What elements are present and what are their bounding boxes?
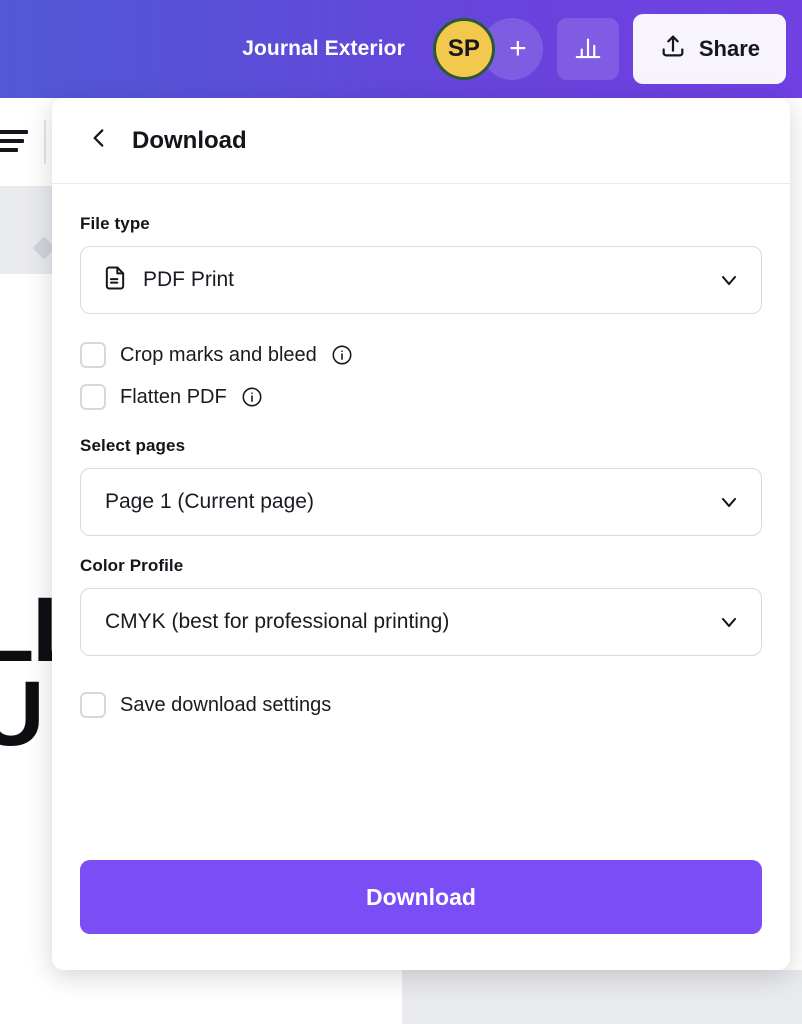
panel-header: Download <box>52 98 790 184</box>
canvas-bottom-left-area <box>0 970 402 1024</box>
document-title: Journal Exterior <box>242 37 405 60</box>
document-icon <box>101 264 129 297</box>
share-button[interactable]: Share <box>632 14 786 84</box>
info-icon[interactable] <box>241 386 263 408</box>
file-type-select[interactable]: PDF Print <box>80 246 762 314</box>
avatar[interactable]: SP <box>432 18 495 80</box>
share-button-label: Share <box>698 36 760 61</box>
back-button[interactable] <box>82 124 116 158</box>
select-pages-select[interactable]: Page 1 (Current page) <box>80 468 762 536</box>
save-settings-checkbox[interactable] <box>80 692 106 718</box>
file-type-label: File type <box>80 214 150 233</box>
file-type-value: PDF Print <box>143 268 235 291</box>
crop-marks-row[interactable]: Crop marks and bleed <box>80 342 762 368</box>
flatten-pdf-row[interactable]: Flatten PDF <box>80 384 762 410</box>
chevron-down-icon <box>717 268 741 292</box>
info-icon[interactable] <box>331 344 353 366</box>
bar-chart-button[interactable] <box>556 18 619 80</box>
bar-chart-icon <box>573 32 603 67</box>
save-settings-row[interactable]: Save download settings <box>80 692 762 718</box>
flatten-pdf-label: Flatten PDF <box>120 385 227 408</box>
upload-icon <box>659 32 687 66</box>
select-pages-label: Select pages <box>80 436 186 455</box>
chevron-down-icon <box>717 610 741 634</box>
chevron-left-icon <box>86 125 112 156</box>
canvas-selection-box <box>0 186 52 274</box>
crop-marks-label: Crop marks and bleed <box>120 343 317 366</box>
chevron-down-icon <box>717 490 741 514</box>
download-button[interactable]: Download <box>80 860 762 934</box>
app-root: LLU Journal Exterior SP + <box>0 0 802 1024</box>
avatar-initials: SP <box>447 35 480 62</box>
align-left-icon[interactable] <box>0 130 32 154</box>
panel-body: File type PDF Print Crop marks and bleed… <box>52 184 790 718</box>
flatten-pdf-checkbox[interactable] <box>80 384 106 410</box>
select-pages-value: Page 1 (Current page) <box>105 490 314 513</box>
color-profile-value: CMYK (best for professional printing) <box>105 610 450 633</box>
canvas-bottom-right-area <box>402 970 802 1024</box>
plus-icon: + <box>509 32 527 65</box>
top-header-bar: Journal Exterior SP + Share <box>0 0 802 98</box>
crop-marks-checkbox[interactable] <box>80 342 106 368</box>
save-settings-label: Save download settings <box>120 693 332 716</box>
toolbar-divider <box>44 120 46 164</box>
color-profile-label: Color Profile <box>80 556 184 575</box>
color-profile-select[interactable]: CMYK (best for professional printing) <box>80 588 762 656</box>
download-panel: Download File type PDF Print Crop marks … <box>52 98 790 970</box>
collaborators-group: SP + <box>432 18 543 80</box>
panel-title: Download <box>132 126 247 154</box>
